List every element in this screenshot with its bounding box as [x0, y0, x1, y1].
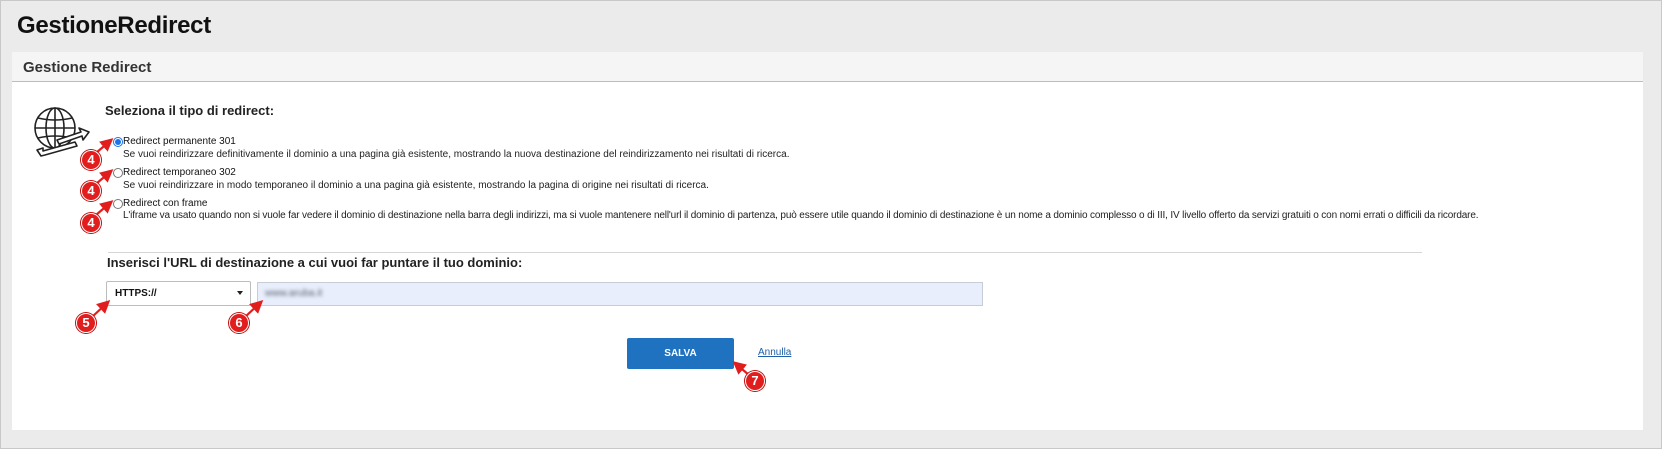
- option-302-description: Se vuoi reindirizzare in modo temporaneo…: [123, 180, 709, 191]
- annotation-badge-4: 4: [81, 150, 101, 170]
- app-title: GestioneRedirect: [17, 12, 211, 39]
- panel-title: Gestione Redirect: [23, 59, 152, 76]
- panel-header: Gestione Redirect: [12, 52, 1643, 82]
- destination-url-input[interactable]: www.aruba.it: [257, 282, 983, 306]
- annotation-badge-7: 7: [745, 371, 765, 391]
- annotation-badge-6: 6: [229, 313, 249, 333]
- save-button[interactable]: SALVA: [627, 338, 734, 369]
- chevron-down-icon: [237, 291, 243, 295]
- protocol-select-value: HTTPS://: [115, 288, 157, 299]
- redirect-type-label: Seleziona il tipo di redirect:: [105, 103, 275, 118]
- destination-label: Inserisci l'URL di destinazione a cui vu…: [107, 255, 523, 270]
- annotation-badge-4: 4: [81, 213, 101, 233]
- option-301-description: Se vuoi reindirizzare definitivamente il…: [123, 149, 790, 160]
- cancel-link[interactable]: Annulla: [758, 347, 791, 358]
- annotation-badge-4: 4: [81, 181, 101, 201]
- radio-redirect-frame[interactable]: [113, 199, 123, 209]
- destination-url-value: www.aruba.it: [265, 288, 323, 299]
- annotation-badge-5: 5: [76, 313, 96, 333]
- section-divider: [108, 252, 1422, 253]
- protocol-select[interactable]: HTTPS://: [106, 281, 251, 306]
- option-frame-title: Redirect con frame: [123, 198, 208, 209]
- radio-redirect-301[interactable]: [113, 137, 123, 147]
- radio-redirect-302[interactable]: [113, 168, 123, 178]
- option-301-title: Redirect permanente 301: [123, 136, 236, 147]
- option-frame-description: L'iframe va usato quando non si vuole fa…: [123, 210, 1479, 221]
- option-302-title: Redirect temporaneo 302: [123, 167, 236, 178]
